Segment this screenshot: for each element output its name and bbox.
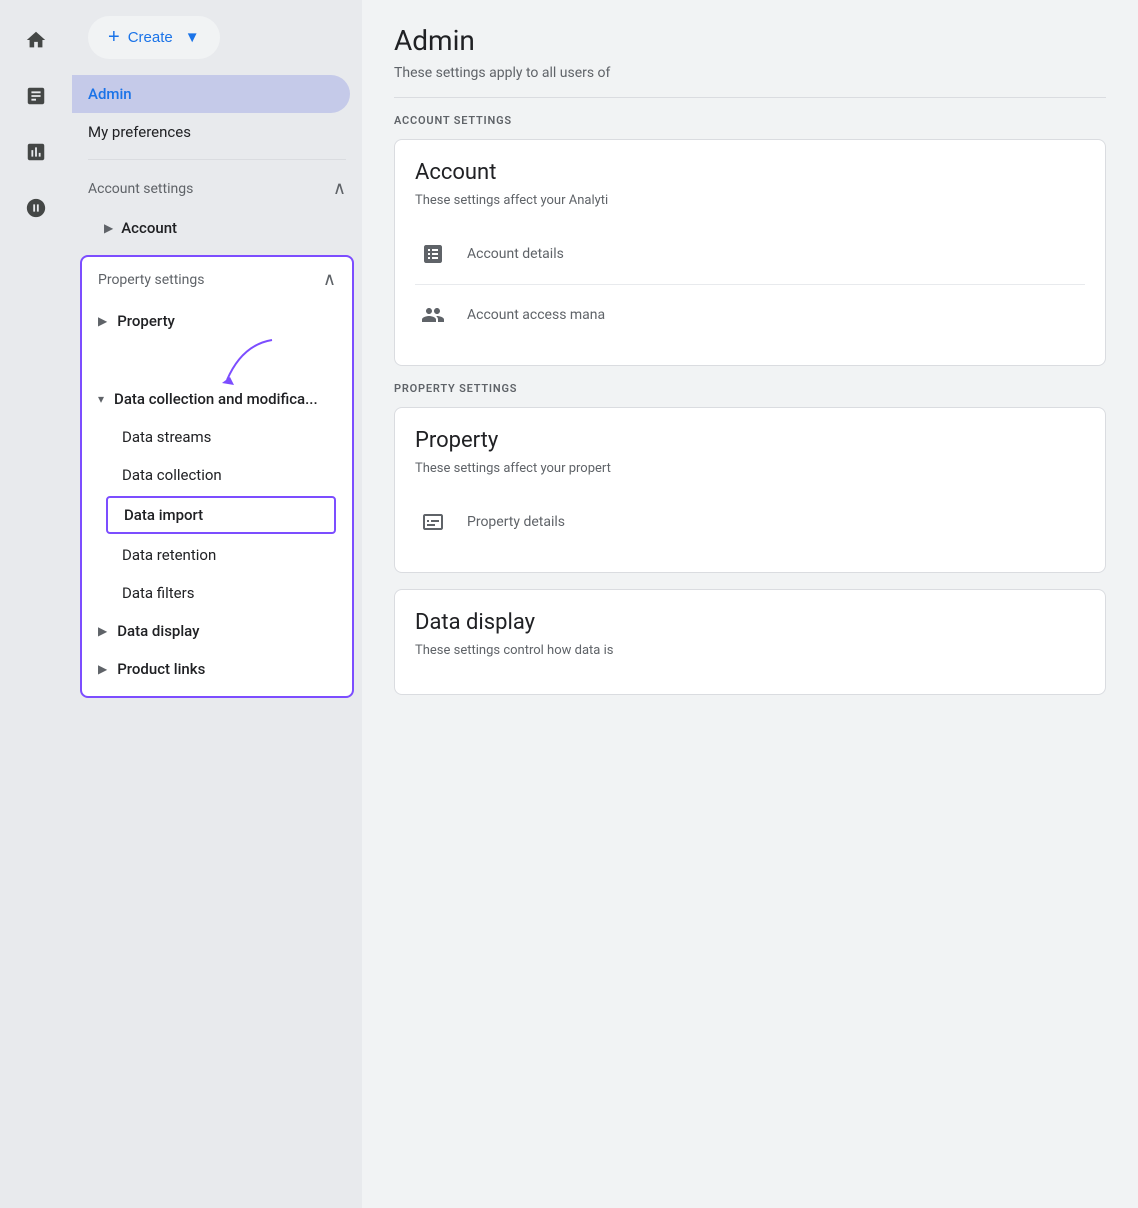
account-card-desc: These settings affect your Analyti bbox=[415, 193, 1085, 208]
data-display-card-desc: These settings control how data is bbox=[415, 643, 1085, 658]
data-display-arrow-icon: ▶ bbox=[98, 624, 107, 638]
sidebar-item-data-display[interactable]: ▶ Data display bbox=[82, 612, 352, 650]
page-subtitle: These settings apply to all users of bbox=[394, 65, 1106, 81]
data-display-card-title: Data display bbox=[415, 610, 1085, 635]
sidebar-item-admin[interactable]: Admin bbox=[72, 75, 350, 113]
property-settings-label: Property settings bbox=[98, 272, 205, 288]
sidebar-item-account[interactable]: ▶ Account bbox=[72, 209, 362, 247]
data-filters-label: Data filters bbox=[122, 584, 194, 602]
account-access-label: Account access mana bbox=[467, 307, 605, 323]
sidebar-item-my-preferences[interactable]: My preferences bbox=[72, 113, 350, 151]
arrow-annotation bbox=[82, 340, 352, 380]
account-access-row[interactable]: Account access mana bbox=[415, 284, 1085, 345]
property-details-icon bbox=[415, 504, 451, 540]
account-label: Account bbox=[121, 219, 177, 237]
property-label: Property bbox=[117, 312, 175, 330]
data-streams-label: Data streams bbox=[122, 428, 211, 446]
account-details-icon bbox=[415, 236, 451, 272]
account-card-title: Account bbox=[415, 160, 1085, 185]
property-card-title: Property bbox=[415, 428, 1085, 453]
admin-label: Admin bbox=[88, 85, 132, 103]
create-label: Create bbox=[128, 29, 173, 46]
account-settings-section[interactable]: Account settings ∧ bbox=[72, 168, 362, 209]
property-details-label: Property details bbox=[467, 514, 565, 530]
data-collection-arrow-icon: ▾ bbox=[98, 392, 104, 406]
data-display-label: Data display bbox=[117, 622, 199, 640]
data-retention-label: Data retention bbox=[122, 546, 216, 564]
create-button[interactable]: + Create ▼ bbox=[88, 16, 220, 59]
property-settings-section[interactable]: Property settings ∧ bbox=[82, 257, 352, 302]
account-access-icon bbox=[415, 297, 451, 333]
advertising-icon[interactable] bbox=[12, 184, 60, 232]
sidebar-item-data-streams[interactable]: Data streams bbox=[82, 418, 352, 456]
account-settings-label: Account settings bbox=[88, 181, 193, 197]
create-plus-icon: + bbox=[108, 26, 120, 49]
header-divider bbox=[394, 97, 1106, 98]
right-panel: Admin These settings apply to all users … bbox=[362, 0, 1138, 1208]
account-arrow-icon: ▶ bbox=[104, 221, 113, 235]
product-links-arrow-icon: ▶ bbox=[98, 662, 107, 676]
sidebar-item-data-import[interactable]: Data import bbox=[106, 496, 336, 534]
property-card: Property These settings affect your prop… bbox=[394, 407, 1106, 573]
property-settings-box: Property settings ∧ ▶ Property ▾ Data co… bbox=[80, 255, 354, 698]
my-preferences-label: My preferences bbox=[88, 123, 191, 141]
account-settings-section-label: ACCOUNT SETTINGS bbox=[394, 114, 1106, 127]
home-icon[interactable] bbox=[12, 16, 60, 64]
analytics-icon[interactable] bbox=[12, 72, 60, 120]
property-arrow-icon: ▶ bbox=[98, 314, 107, 328]
account-details-label: Account details bbox=[467, 246, 564, 262]
property-settings-caret-icon: ∧ bbox=[323, 269, 336, 290]
sidebar: + Create ▼ Admin My preferences Account … bbox=[72, 0, 362, 1208]
sidebar-item-data-collection-modifica[interactable]: ▾ Data collection and modifica... bbox=[82, 380, 352, 418]
account-card: Account These settings affect your Analy… bbox=[394, 139, 1106, 366]
page-title: Admin bbox=[394, 24, 1106, 57]
sidebar-item-data-filters[interactable]: Data filters bbox=[82, 574, 352, 612]
icon-rail bbox=[0, 0, 72, 1208]
data-display-card: Data display These settings control how … bbox=[394, 589, 1106, 695]
sidebar-item-data-retention[interactable]: Data retention bbox=[82, 536, 352, 574]
account-details-row[interactable]: Account details bbox=[415, 224, 1085, 284]
property-card-desc: These settings affect your propert bbox=[415, 461, 1085, 476]
data-collection-sub-label: Data collection bbox=[122, 466, 222, 484]
create-dropdown-icon: ▼ bbox=[185, 29, 200, 46]
sidebar-item-product-links[interactable]: ▶ Product links bbox=[82, 650, 352, 688]
property-details-row[interactable]: Property details bbox=[415, 492, 1085, 552]
sidebar-item-data-collection[interactable]: Data collection bbox=[82, 456, 352, 494]
product-links-label: Product links bbox=[117, 660, 205, 678]
property-settings-section-label: PROPERTY SETTINGS bbox=[394, 382, 1106, 395]
reports-icon[interactable] bbox=[12, 128, 60, 176]
main-layout: + Create ▼ Admin My preferences Account … bbox=[72, 0, 1138, 1208]
account-settings-caret-icon: ∧ bbox=[333, 178, 346, 199]
data-collection-label: Data collection and modifica... bbox=[114, 390, 318, 408]
data-import-label: Data import bbox=[124, 506, 203, 524]
sidebar-divider-1 bbox=[88, 159, 346, 160]
